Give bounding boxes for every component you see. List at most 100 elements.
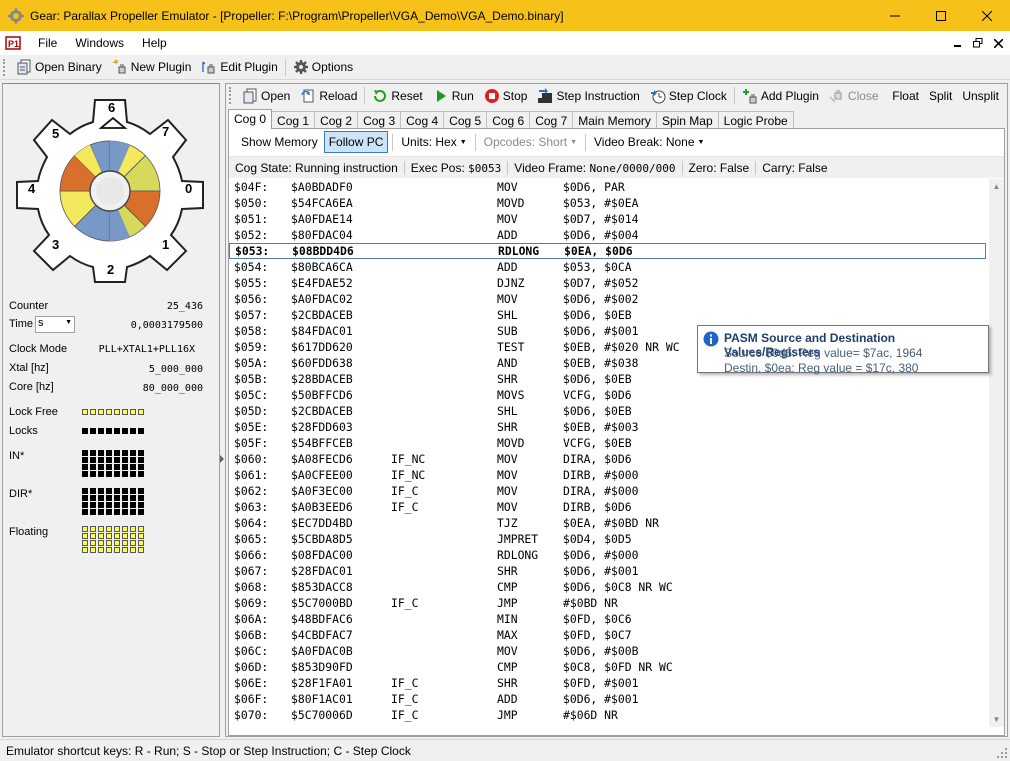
instruction-opcode: MOV: [497, 180, 518, 194]
open-button[interactable]: Open: [237, 85, 295, 107]
open-binary-icon: [17, 59, 31, 75]
instruction-row[interactable]: $055: $E4FDAE52 DJNZ $0D7, #$052: [229, 275, 986, 291]
toolbar-grip[interactable]: [3, 58, 7, 76]
tab-logic-probe[interactable]: Logic Probe: [717, 111, 794, 129]
tab-cog-0[interactable]: Cog 0: [228, 109, 273, 129]
instruction-hex: $A0BDADF0: [291, 180, 353, 194]
instruction-row[interactable]: $05F: $54BFFCEB MOVD VCFG, $0EB: [229, 435, 986, 451]
mdi-minimize-button[interactable]: [950, 35, 966, 51]
instruction-row[interactable]: $062: $A0F3EC00 IF_C MOV DIRA, #$000: [229, 483, 986, 499]
tab-cog-5[interactable]: Cog 5: [443, 111, 488, 129]
new-plugin-button[interactable]: New Plugin: [107, 56, 197, 78]
instruction-row[interactable]: $051: $A0FDAE14 MOV $0D7, #$014: [229, 211, 986, 227]
mdi-close-button[interactable]: [990, 35, 1006, 51]
instruction-row[interactable]: $066: $08FDAC00 RDLONG $0D6, #$000: [229, 547, 986, 563]
disassembly-view[interactable]: $04F: $A0BDADF0 MOV $0D6, PAR $050: $54FCA6EA…: [229, 179, 989, 727]
disassembly-scrollbar[interactable]: ▲ ▼: [989, 179, 1004, 727]
instruction-hex: $28FDD603: [291, 420, 353, 434]
menu-windows[interactable]: Windows: [66, 36, 133, 50]
unsplit-button[interactable]: Unsplit: [962, 89, 999, 103]
edit-plugin-button[interactable]: Edit Plugin: [196, 56, 282, 78]
show-memory-button[interactable]: Show Memory: [237, 132, 322, 152]
add-plugin-button[interactable]: Add Plugin: [737, 85, 824, 107]
instruction-row[interactable]: $056: $A0FDAC02 MOV $0D6, #$002: [229, 291, 986, 307]
instruction-row[interactable]: $06E: $28F1FA01 IF_C SHR $0FD, #$001: [229, 675, 986, 691]
instruction-row[interactable]: $064: $EC7DD4BD TJZ $0EA, #$0BD NR: [229, 515, 986, 531]
instruction-row[interactable]: $067: $28FDAC01 SHR $0D6, #$001: [229, 563, 986, 579]
step-instruction-button[interactable]: Step Instruction: [532, 85, 644, 107]
instruction-address: $051:: [234, 212, 269, 226]
instruction-row[interactable]: $060: $A08FECD6 IF_NC MOV DIRA, $0D6: [229, 451, 986, 467]
mdi-restore-button[interactable]: [970, 35, 986, 51]
instruction-row[interactable]: $063: $A0B3EED6 IF_C MOV DIRB, $0D6: [229, 499, 986, 515]
instruction-row[interactable]: $05D: $2CBDACEB SHL $0D6, $0EB: [229, 403, 986, 419]
instruction-row[interactable]: $05C: $50BFFCD6 MOVS VCFG, $0D6: [229, 387, 986, 403]
exec-pos-value: $0053: [468, 161, 502, 175]
instruction-row[interactable]: $061: $A0CFEE00 IF_NC MOV DIRB, #$000: [229, 467, 986, 483]
mdi-window-controls: [950, 35, 1006, 51]
chevron-down-icon: ▼: [459, 139, 467, 147]
scroll-down-icon[interactable]: ▼: [989, 712, 1004, 727]
reload-button[interactable]: Reload: [295, 85, 362, 107]
time-unit-select[interactable]: s ▼: [35, 316, 75, 333]
pin-indicator: [106, 409, 112, 415]
run-button[interactable]: Run: [428, 85, 479, 107]
propeller-chip-icon[interactable]: P1: [5, 35, 21, 51]
instruction-row[interactable]: $06B: $4CBDFAC7 MAX $0FD, $0C7: [229, 627, 986, 643]
video-break-dropdown[interactable]: Video Break: None ▼: [590, 132, 708, 152]
opcodes-dropdown[interactable]: Opcodes: Short ▼: [480, 132, 581, 152]
time-label: Time: [9, 318, 34, 330]
tab-main-memory[interactable]: Main Memory: [572, 111, 657, 129]
units-dropdown[interactable]: Units: Hex ▼: [397, 132, 470, 152]
instruction-row[interactable]: $05E: $28FDD603 SHR $0EB, #$003: [229, 419, 986, 435]
pin-indicator: [82, 464, 88, 470]
maximize-button[interactable]: [918, 0, 964, 31]
tab-cog-1[interactable]: Cog 1: [271, 111, 316, 129]
instruction-row[interactable]: $070: $5C70006D IF_C JMP #$06D NR: [229, 707, 986, 723]
instruction-row[interactable]: $052: $80FDAC04 ADD $0D6, #$004: [229, 227, 986, 243]
tab-cog-7[interactable]: Cog 7: [529, 111, 574, 129]
instruction-row[interactable]: $050: $54FCA6EA MOVD $053, #$0EA: [229, 195, 986, 211]
instruction-row[interactable]: $069: $5C7000BD IF_C JMP #$0BD NR: [229, 595, 986, 611]
instruction-row[interactable]: $06C: $A0FDAC0B MOV $0D6, #$00B: [229, 643, 986, 659]
resize-grip-icon[interactable]: [996, 747, 1008, 759]
tab-spin-map[interactable]: Spin Map: [655, 111, 719, 129]
current-instruction-row[interactable]: $053: $08BDD4D6 RDLONG $0EA, $0D6: [229, 243, 986, 259]
follow-pc-button[interactable]: Follow PC: [323, 131, 389, 153]
pin-indicator: [98, 464, 104, 470]
pin-indicator: [130, 502, 136, 508]
toolbar-grip[interactable]: [229, 87, 233, 104]
tab-cog-6[interactable]: Cog 6: [486, 111, 531, 129]
instruction-row[interactable]: $04F: $A0BDADF0 MOV $0D6, PAR: [229, 179, 986, 195]
split-button[interactable]: Split: [929, 89, 952, 103]
toolbar-separator: [392, 133, 394, 151]
instruction-row[interactable]: $068: $853DACC8 CMP $0D6, $0C8 NR WC: [229, 579, 986, 595]
close-plugin-button[interactable]: Close: [824, 85, 884, 107]
menu-help[interactable]: Help: [133, 36, 176, 50]
float-button[interactable]: Float: [892, 89, 919, 103]
instruction-operands: $0FD, $0C6: [563, 612, 632, 626]
scroll-up-icon[interactable]: ▲: [989, 179, 1004, 194]
menu-file[interactable]: File: [29, 36, 66, 50]
minimize-button[interactable]: [872, 0, 918, 31]
tab-cog-4[interactable]: Cog 4: [400, 111, 445, 129]
instruction-condition: IF_C: [391, 500, 419, 514]
options-button[interactable]: Options: [288, 56, 358, 78]
open-binary-button[interactable]: Open Binary: [11, 56, 107, 78]
close-plugin-label: Close: [847, 88, 879, 103]
time-unit-value: s: [38, 317, 44, 329]
instruction-row[interactable]: $06A: $48BDFAC6 MIN $0FD, $0C6: [229, 611, 986, 627]
instruction-row[interactable]: $06F: $80F1AC01 IF_C ADD $0D6, #$001: [229, 691, 986, 707]
instruction-row[interactable]: $06D: $853D90FD CMP $0C8, $0FD NR WC: [229, 659, 986, 675]
instruction-row[interactable]: $054: $80BCA6CA ADD $053, $0CA: [229, 259, 986, 275]
instruction-row[interactable]: $065: $5CBDA8D5 JMPRET $0D4, $0D5: [229, 531, 986, 547]
pin-indicator: [130, 428, 136, 434]
tab-cog-3[interactable]: Cog 3: [357, 111, 402, 129]
instruction-row[interactable]: $057: $2CBDACEB SHL $0D6, $0EB: [229, 307, 986, 323]
tab-cog-2[interactable]: Cog 2: [314, 111, 359, 129]
close-button[interactable]: [964, 0, 1010, 31]
step-clock-button[interactable]: Step Clock: [645, 85, 732, 107]
stop-button[interactable]: Stop: [479, 85, 533, 107]
instruction-hex: $2CBDACEB: [291, 308, 353, 322]
reset-button[interactable]: Reset: [367, 85, 427, 107]
